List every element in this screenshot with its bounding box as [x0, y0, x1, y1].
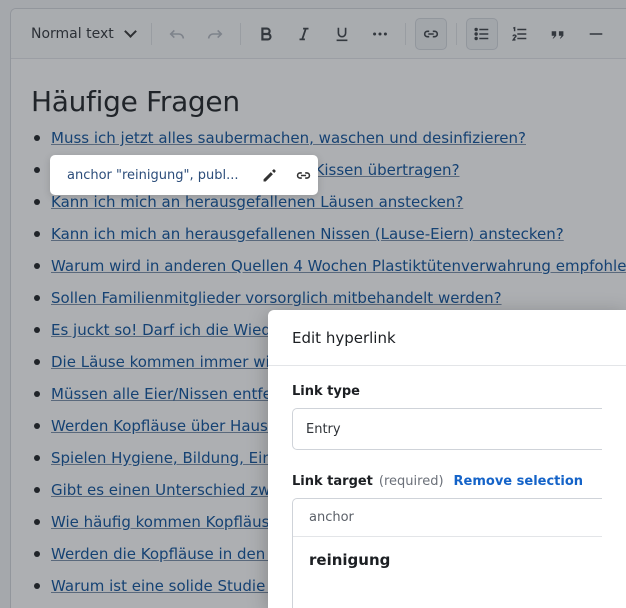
entry-title: reinigung [309, 551, 391, 569]
edit-hyperlink-dialog: Edit hyperlink Link type Entry Link targ… [268, 310, 626, 608]
unlink-button[interactable] [291, 163, 315, 187]
link-type-value: Entry [306, 421, 341, 437]
edit-icon [263, 168, 276, 181]
selected-entry-card[interactable]: anchor reinigung [292, 498, 602, 608]
link-popover: anchor "reinigung", publ... [50, 155, 318, 195]
dialog-header: Edit hyperlink [268, 310, 626, 366]
remove-selection-link[interactable]: Remove selection [454, 474, 584, 489]
entry-content-type: anchor [293, 499, 602, 537]
unlink-icon [296, 171, 310, 179]
link-type-select[interactable]: Entry [292, 408, 602, 450]
link-popover-text[interactable]: anchor "reinigung", publ... [67, 168, 247, 183]
link-target-label-text: Link target [292, 474, 373, 489]
edit-link-button[interactable] [257, 163, 281, 187]
dialog-title: Edit hyperlink [292, 328, 396, 347]
link-type-label: Link type [292, 384, 602, 399]
dialog-body: Link type Entry Link target (required) Rem… [268, 366, 626, 608]
required-indicator: (required) [378, 474, 444, 489]
link-type-label-text: Link type [292, 384, 360, 399]
link-target-label: Link target (required) Remove selection [292, 474, 602, 489]
